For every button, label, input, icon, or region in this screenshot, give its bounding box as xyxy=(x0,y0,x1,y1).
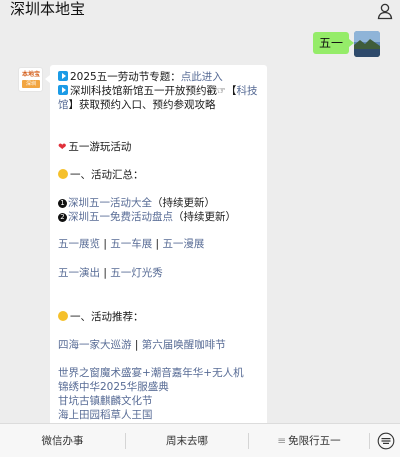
list-item: 2 深圳五一免费活动盘点（持续更新） xyxy=(58,210,236,224)
section-summary: 一、活动汇总： xyxy=(58,168,144,182)
user-icon[interactable] xyxy=(376,2,394,20)
parade-link[interactable]: 四海一家大巡游 xyxy=(58,339,132,351)
rec-row-3: 锦绣中华2025华服盛典 xyxy=(58,380,169,394)
menu-item-may-day[interactable]: ≡ 免限行五一 xyxy=(249,424,369,457)
section-recommend: 一、活动推荐： xyxy=(58,310,144,324)
coffee-festival-link[interactable]: 第六届唤醒咖啡节 xyxy=(142,339,226,351)
museum-link[interactable]: 科技 xyxy=(236,85,257,97)
sun-icon xyxy=(58,169,68,179)
line-museum: 深圳科技馆新馆五一开放预约戳☞【科技 xyxy=(58,84,257,99)
bot-avatar[interactable]: 本地宝 深圳 xyxy=(18,67,43,92)
list-item: 1 深圳五一活动大全（持续更新） xyxy=(58,196,215,210)
free-activities-link[interactable]: 深圳五一免费活动盘点 xyxy=(68,211,173,223)
rec-row-2: 世界之窗魔术盛宴+潮音嘉年华+无人机 xyxy=(58,366,244,380)
comic-show-link[interactable]: 五一漫展 xyxy=(162,238,204,250)
heart-icon: ❤ xyxy=(58,142,67,153)
number-two-icon: 2 xyxy=(58,213,67,222)
light-show-link[interactable]: 五一灯光秀 xyxy=(110,267,163,279)
submenu-icon: ≡ xyxy=(277,435,287,447)
exhibition-link[interactable]: 五一展览 xyxy=(58,238,100,250)
number-one-icon: 1 xyxy=(58,199,67,208)
top-bar: 深圳本地宝 xyxy=(0,0,400,25)
rec-row-5: 海上田园稻草人王国 xyxy=(58,408,153,422)
keyboard-icon[interactable] xyxy=(377,432,395,450)
links-row-a: 五一展览 | 五一车展 | 五一漫展 xyxy=(58,238,205,250)
outgoing-message[interactable]: 五一 xyxy=(313,32,354,54)
play-icon xyxy=(58,85,68,95)
rec-row-1: 四海一家大巡游 | 第六届唤醒咖啡节 xyxy=(58,339,226,351)
seaside-garden-link[interactable]: 海上田园稻草人王国 xyxy=(58,409,153,421)
incoming-message: 2025五一劳动节专题：点此进入 深圳科技馆新馆五一开放预约戳☞【科技 馆】获取… xyxy=(45,65,267,423)
car-show-link[interactable]: 五一车展 xyxy=(110,238,152,250)
rec-row-4: 甘坑古镇麒麟文化节 xyxy=(58,394,153,408)
performance-link[interactable]: 五一演出 xyxy=(58,267,100,279)
enter-topic-link[interactable]: 点此进入 xyxy=(181,71,223,83)
heading-activities: ❤ 五一游玩活动 xyxy=(58,141,132,153)
splendid-china-link[interactable]: 锦绣中华2025华服盛典 xyxy=(58,381,169,393)
play-icon xyxy=(58,71,68,81)
menu-divider xyxy=(369,433,370,449)
sun-icon xyxy=(58,311,68,321)
bottom-menu: 微信办事 周末去哪 ≡ 免限行五一 xyxy=(0,423,400,457)
page-title: 深圳本地宝 xyxy=(10,0,86,18)
avatar-city-text: 深圳 xyxy=(25,81,36,87)
my-avatar[interactable] xyxy=(354,31,380,57)
activities-all-link[interactable]: 深圳五一活动大全 xyxy=(68,197,152,209)
window-of-world-link[interactable]: 世界之窗魔术盛宴+潮音嘉年华+无人机 xyxy=(58,367,244,379)
links-row-b: 五一演出 | 五一灯光秀 xyxy=(58,267,163,279)
pointing-hand-icon: ☞ xyxy=(217,86,226,97)
line-special-topic: 2025五一劳动节专题：点此进入 xyxy=(58,70,223,84)
avatar-brand-text: 本地宝 xyxy=(21,71,40,78)
menu-item-wechat-services[interactable]: 微信办事 xyxy=(0,424,125,457)
museum-link-cont[interactable]: 馆 xyxy=(58,99,69,111)
menu-item-weekend[interactable]: 周末去哪 xyxy=(126,424,248,457)
gankeng-town-link[interactable]: 甘坑古镇麒麟文化节 xyxy=(58,395,153,407)
line-museum-cont: 馆】获取预约入口、预约参观攻略 xyxy=(58,99,216,111)
landscape-photo-icon xyxy=(354,31,380,57)
chat-area[interactable]: 五一 本地宝 深圳 2025五一劳动节专题：点此进入 深圳科技馆新馆五一开放预约… xyxy=(0,25,400,423)
